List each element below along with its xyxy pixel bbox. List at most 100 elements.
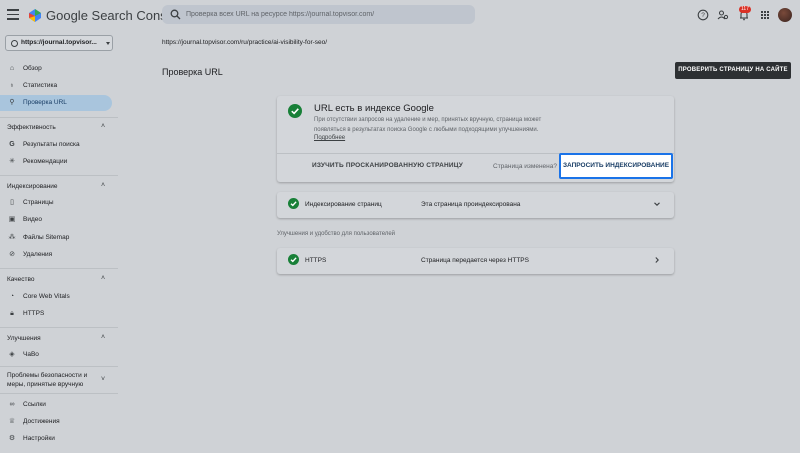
section-performance[interactable]: Эффективность xyxy=(7,123,56,132)
search-icon: ⚲ xyxy=(9,99,15,106)
sparkle-icon: ✳ xyxy=(9,158,15,165)
view-crawled-page-button[interactable]: ИЗУЧИТЬ ПРОСКАНИРОВАННУЮ СТРАНИЦУ xyxy=(312,162,463,169)
learn-more-link[interactable]: Подробнее xyxy=(314,135,345,141)
sidebar-item-label: Проверка URL xyxy=(23,99,67,106)
chevron-down-icon[interactable] xyxy=(653,200,661,208)
sidebar-item-label: Видео xyxy=(23,216,42,223)
lock-icon: 🔒︎ xyxy=(10,310,14,317)
search-box[interactable] xyxy=(162,5,475,24)
section-enhancements[interactable]: Улучшения xyxy=(7,334,41,343)
check-circle-icon xyxy=(288,254,299,265)
layers-icon: ◈ xyxy=(9,351,15,358)
gear-icon: ⚙ xyxy=(8,435,16,442)
page-title: Проверка URL xyxy=(162,67,223,77)
manage-users-icon[interactable] xyxy=(717,9,729,21)
sidebar-item-label: Файлы Sitemap xyxy=(23,234,70,241)
sidebar-divider xyxy=(0,393,118,394)
search-icon[interactable] xyxy=(170,9,181,20)
sidebar-item-label: Достижения xyxy=(23,418,60,425)
inspected-url: https://journal.topvisor.com/ru/practice… xyxy=(162,39,328,46)
check-circle-icon xyxy=(288,198,299,209)
apps-grid-icon[interactable] xyxy=(759,9,771,21)
google-g-icon: G xyxy=(9,141,15,148)
sidebar-item-label: Настройки xyxy=(23,435,55,442)
sidebar-item-label: Обзор xyxy=(23,65,42,72)
home-icon: ⌂ xyxy=(9,65,15,72)
chevron-down-icon[interactable]: ˅ xyxy=(101,376,105,383)
top-bar: Google Search Console ? 117 xyxy=(0,0,800,31)
sidebar-item-search-results[interactable]: G Результаты поиска xyxy=(0,137,112,153)
menu-icon[interactable] xyxy=(7,9,19,20)
section-security[interactable]: Проблемы безопасности и меры, принятые в… xyxy=(7,371,93,389)
chevron-up-icon[interactable]: ˄ xyxy=(101,182,105,189)
pages-icon: ▯ xyxy=(10,199,14,206)
search-console-logo-icon[interactable] xyxy=(28,8,42,23)
sidebar-item-url-inspection[interactable]: ⚲ Проверка URL xyxy=(0,95,112,111)
page-indexing-value: Эта страница проиндексирована xyxy=(421,201,521,208)
sidebar-item-label: ЧаВо xyxy=(23,351,39,358)
removals-icon: ⊘ xyxy=(9,251,15,258)
sidebar-item-achievements[interactable]: ♕ Достижения xyxy=(0,414,112,430)
property-label: https://journal.topvisor... xyxy=(21,39,97,46)
sidebar-divider xyxy=(0,366,118,367)
sidebar-item-settings[interactable]: ⚙ Настройки xyxy=(0,431,112,447)
section-indexing[interactable]: Индексирование xyxy=(7,182,58,191)
chevron-right-icon[interactable] xyxy=(653,256,661,264)
chevron-up-icon[interactable]: ˄ xyxy=(101,275,105,282)
sidebar-item-faq[interactable]: ◈ ЧаВо xyxy=(0,347,112,363)
help-icon[interactable]: ? xyxy=(697,9,709,21)
notifications-badge: 117 xyxy=(739,6,751,13)
index-status-title: URL есть в индексе Google xyxy=(314,103,434,114)
search-input[interactable] xyxy=(186,8,466,21)
sidebar-item-label: Ссылки xyxy=(23,401,46,408)
sidebar-item-core-web-vitals[interactable]: ◔ Core Web Vitals xyxy=(0,289,112,305)
https-row[interactable]: HTTPS Страница передается через HTTPS xyxy=(277,248,674,274)
sidebar-divider xyxy=(0,268,118,269)
sitemap-icon: ⁂ xyxy=(8,234,16,241)
request-indexing-label: ЗАПРОСИТЬ ИНДЕКСИРОВАНИЕ xyxy=(562,162,670,169)
sidebar-item-label: Core Web Vitals xyxy=(23,293,70,300)
link-icon: ∞ xyxy=(9,401,15,408)
sidebar-item-sitemaps[interactable]: ⁂ Файлы Sitemap xyxy=(0,230,112,246)
index-status-description: При отсутствии запросов на удаление и ме… xyxy=(314,117,542,133)
sidebar-item-recommendations[interactable]: ✳ Рекомендации xyxy=(0,154,112,170)
sidebar-item-label: HTTPS xyxy=(23,310,45,317)
video-icon: ▣ xyxy=(8,216,16,223)
sidebar-item-https[interactable]: 🔒︎ HTTPS xyxy=(0,306,112,322)
sidebar-divider xyxy=(0,327,118,328)
chevron-up-icon[interactable]: ˄ xyxy=(101,334,105,341)
page-indexing-label: Индексирование страниц xyxy=(305,201,382,208)
enhancements-section-title: Улучшения и удобство для пользователей xyxy=(277,231,396,237)
globe-icon xyxy=(11,40,18,47)
svg-text:?: ? xyxy=(701,12,705,19)
sidebar-item-label: Страницы xyxy=(23,199,54,206)
sidebar-item-video[interactable]: ▣ Видео xyxy=(0,212,112,228)
page-changed-label: Страница изменена? xyxy=(493,163,557,170)
trophy-icon: ♕ xyxy=(8,418,16,425)
property-selector[interactable]: https://journal.topvisor... xyxy=(5,35,113,51)
chevron-up-icon[interactable]: ˄ xyxy=(101,123,105,130)
chevron-down-icon xyxy=(106,42,110,45)
https-value: Страница передается через HTTPS xyxy=(421,257,529,264)
sidebar-item-label: Статистика xyxy=(23,82,58,89)
test-live-url-button[interactable]: ПРОВЕРИТЬ СТРАНИЦУ НА САЙТЕ xyxy=(675,62,791,79)
sidebar-item-links[interactable]: ∞ Ссылки xyxy=(0,397,112,413)
https-label: HTTPS xyxy=(305,257,327,264)
sidebar-item-label: Результаты поиска xyxy=(23,141,80,148)
section-quality[interactable]: Качество xyxy=(7,275,34,284)
sidebar-item-removals[interactable]: ⊘ Удаления xyxy=(0,247,112,263)
sidebar-divider xyxy=(0,175,118,176)
gauge-icon: ◔ xyxy=(9,293,15,300)
request-indexing-button[interactable]: ЗАПРОСИТЬ ИНДЕКСИРОВАНИЕ xyxy=(559,153,673,179)
sidebar-item-overview[interactable]: ⌂ Обзор xyxy=(0,61,112,77)
sidebar-item-stats[interactable]: ♁ Статистика xyxy=(0,78,112,94)
check-circle-icon xyxy=(288,104,302,118)
sidebar-divider xyxy=(0,117,118,118)
index-status-card: URL есть в индексе Google При отсутствии… xyxy=(277,96,674,182)
sidebar-item-pages[interactable]: ▯ Страницы xyxy=(0,195,112,211)
avatar[interactable] xyxy=(778,8,792,22)
page-indexing-row[interactable]: Индексирование страниц Эта страница прои… xyxy=(277,192,674,218)
sidebar-item-label: Рекомендации xyxy=(23,158,68,165)
sidebar-item-label: Удаления xyxy=(23,251,53,258)
stats-icon: ♁ xyxy=(9,82,15,89)
